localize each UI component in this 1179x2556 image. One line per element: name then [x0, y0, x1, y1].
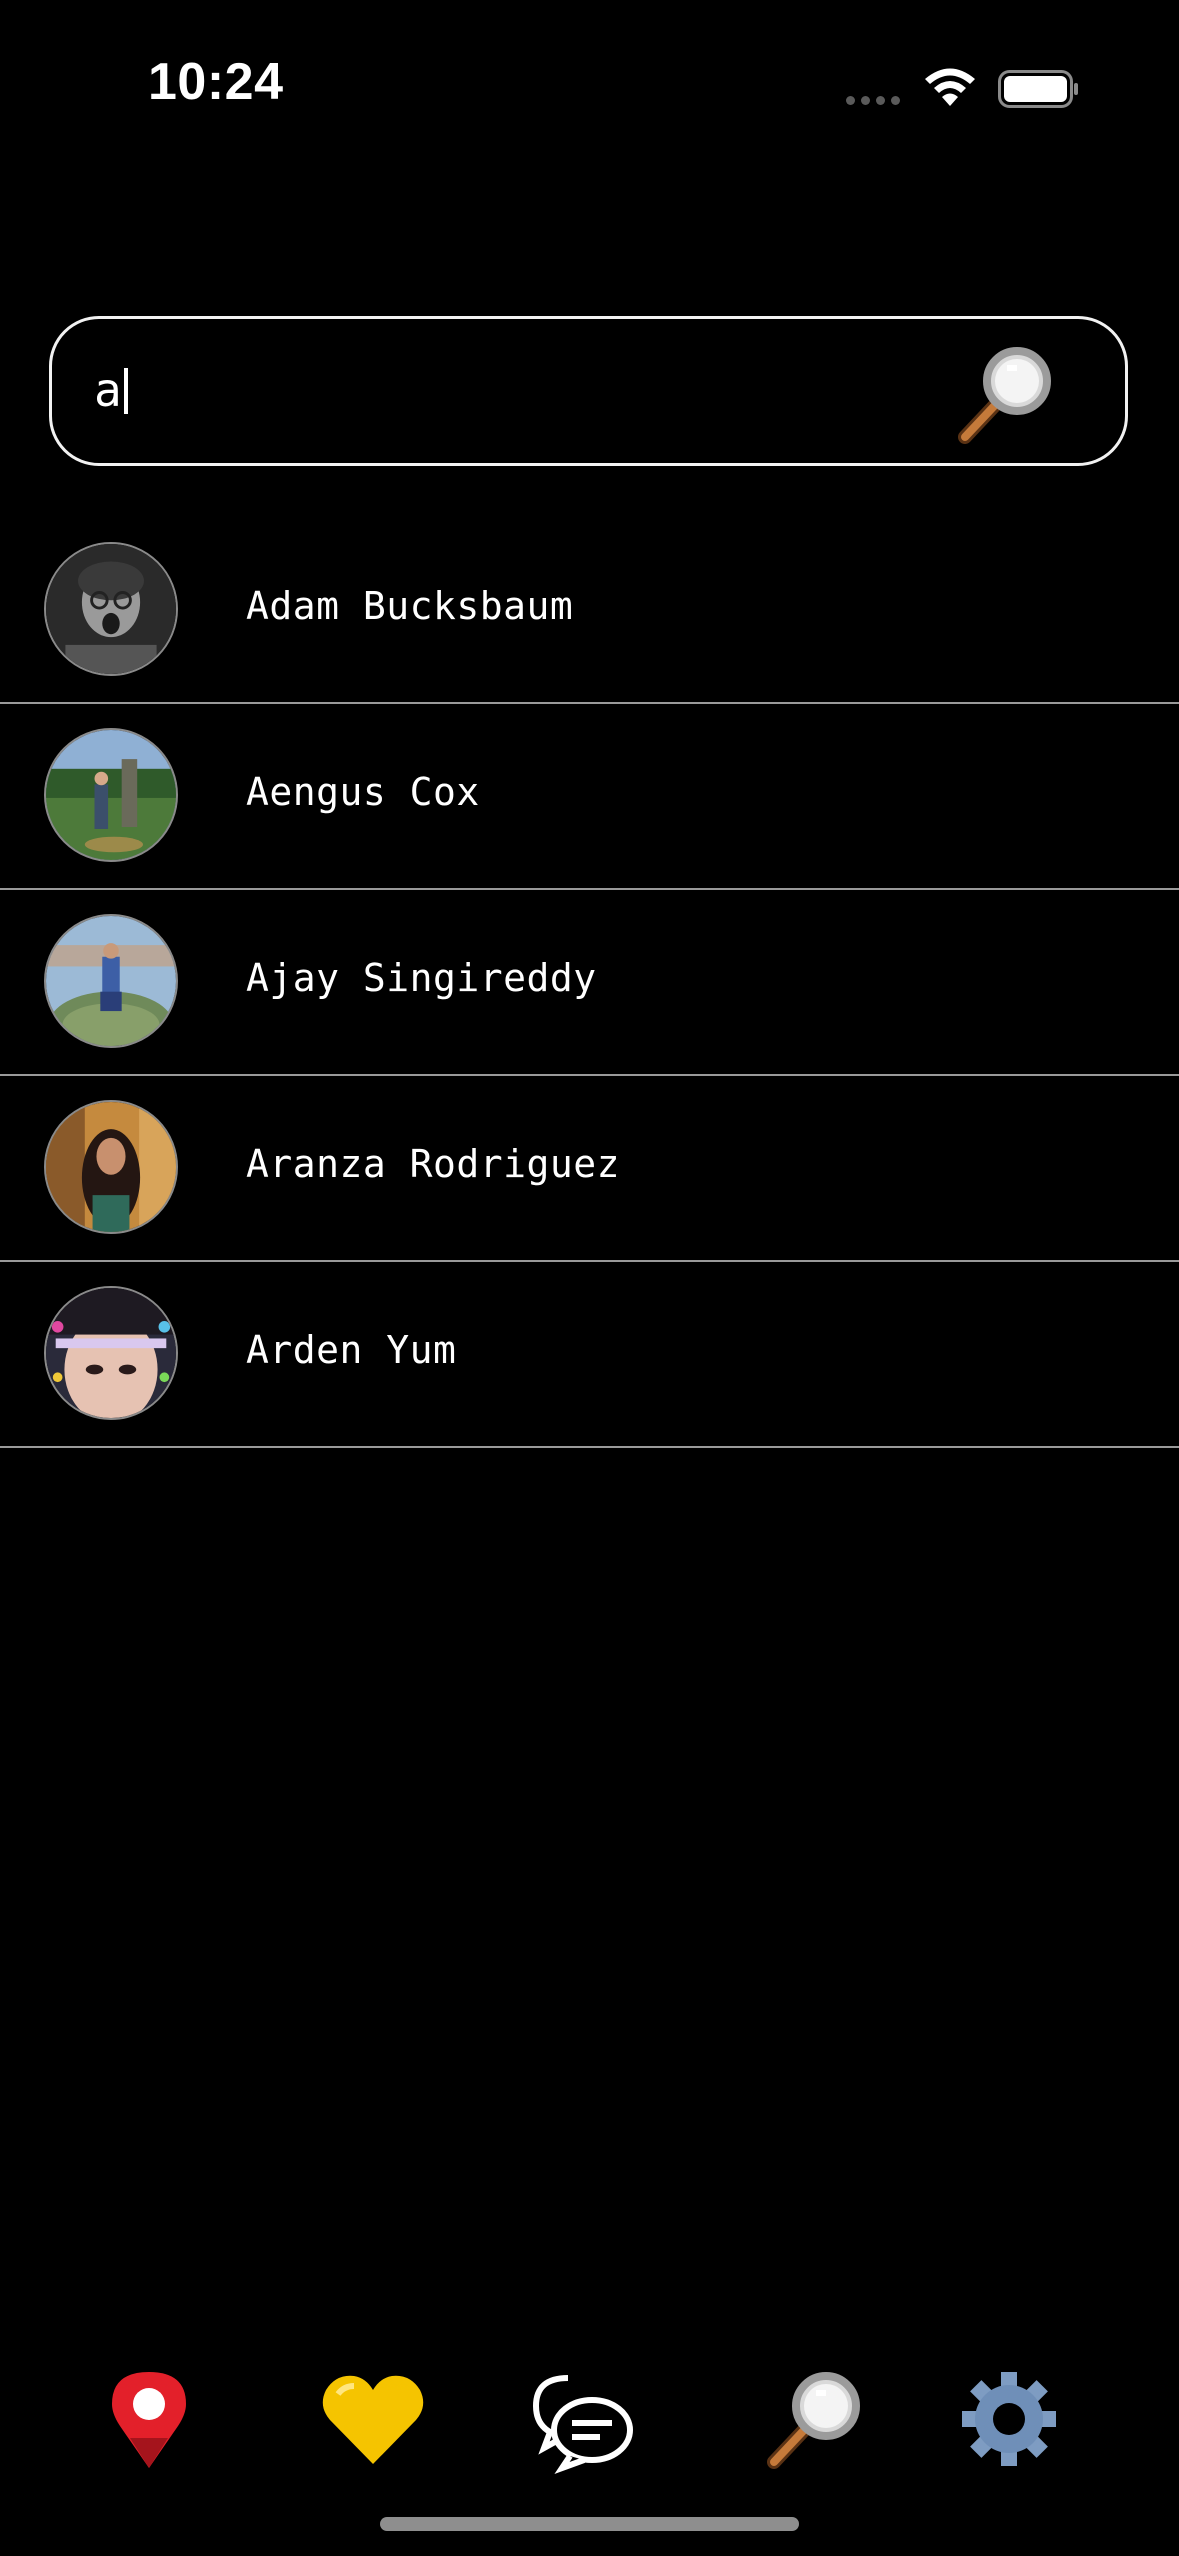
search-field[interactable]: a [49, 316, 1128, 466]
tab-likes[interactable] [318, 2364, 428, 2474]
text-caret [123, 368, 128, 414]
tab-messages[interactable] [528, 2364, 638, 2474]
search-icon [767, 2372, 860, 2469]
tab-bar [0, 2340, 1179, 2490]
user-row[interactable]: Adam Bucksbaum [0, 518, 1179, 704]
heart-icon [322, 2375, 424, 2464]
user-name: Aengus Cox [246, 770, 480, 814]
avatar [44, 542, 178, 676]
user-row[interactable]: Ajay Singireddy [0, 890, 1179, 1076]
magnifier-icon[interactable] [951, 339, 1061, 449]
wifi-icon [925, 68, 975, 106]
search-input-value: a [94, 363, 122, 417]
gear-icon [962, 2372, 1056, 2466]
map-pin-icon [112, 2372, 186, 2468]
battery-icon [998, 70, 1078, 108]
user-name: Ajay Singireddy [246, 956, 597, 1000]
status-bar: 10:24 [0, 0, 1179, 160]
chat-icon [532, 2375, 633, 2474]
search-results-list: Adam Bucksbaum Aengus Cox Ajay Singiredd… [0, 518, 1179, 1448]
avatar [44, 914, 178, 1048]
home-indicator[interactable] [380, 2517, 799, 2531]
user-row[interactable]: Aranza Rodriguez [0, 1076, 1179, 1262]
user-row[interactable]: Arden Yum [0, 1262, 1179, 1448]
tab-search[interactable] [760, 2364, 870, 2474]
avatar [44, 728, 178, 862]
cellular-signal-icon [846, 96, 900, 105]
avatar [44, 1286, 178, 1420]
user-name: Aranza Rodriguez [246, 1142, 621, 1186]
user-row[interactable]: Aengus Cox [0, 704, 1179, 890]
tab-settings[interactable] [954, 2364, 1064, 2474]
tab-map[interactable] [94, 2364, 204, 2474]
search-input[interactable]: a [94, 367, 128, 414]
user-name: Adam Bucksbaum [246, 584, 574, 628]
status-time: 10:24 [148, 53, 284, 111]
user-name: Arden Yum [246, 1328, 457, 1372]
avatar [44, 1100, 178, 1234]
